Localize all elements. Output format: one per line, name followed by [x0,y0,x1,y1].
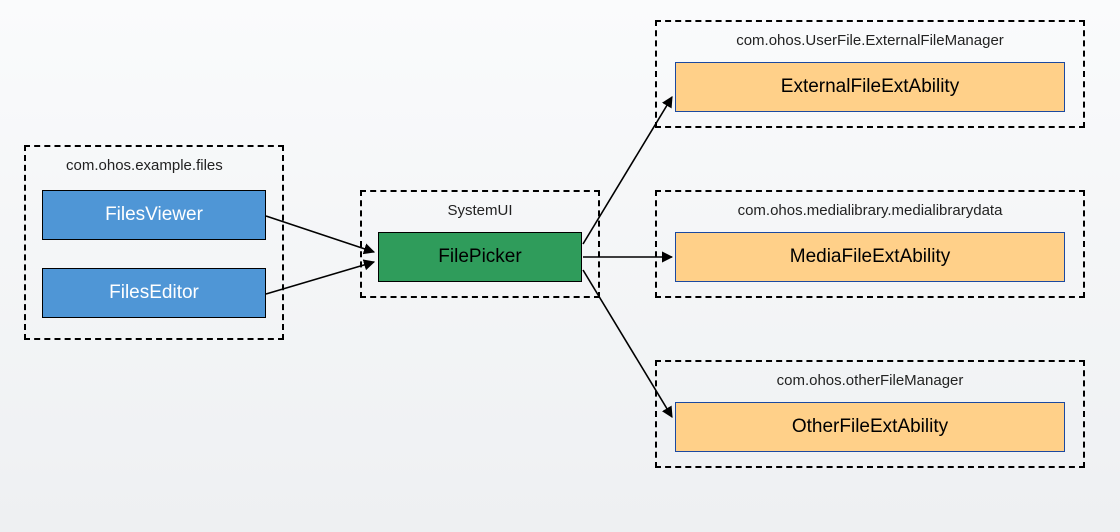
right-group-2-title: com.ohos.otherFileManager [657,372,1083,389]
files-viewer-node: FilesViewer [42,190,266,240]
right-group-0-title: com.ohos.UserFile.ExternalFileManager [657,32,1083,49]
right-node-2: OtherFileExtAbility [675,402,1065,452]
right-group-1-title: com.ohos.medialibrary.medialibrarydata [657,202,1083,219]
file-picker-node: FilePicker [378,232,582,282]
right-node-1: MediaFileExtAbility [675,232,1065,282]
files-editor-node: FilesEditor [42,268,266,318]
left-group-title: com.ohos.example.files [66,157,223,174]
center-group-title: SystemUI [362,202,598,219]
right-node-0: ExternalFileExtAbility [675,62,1065,112]
